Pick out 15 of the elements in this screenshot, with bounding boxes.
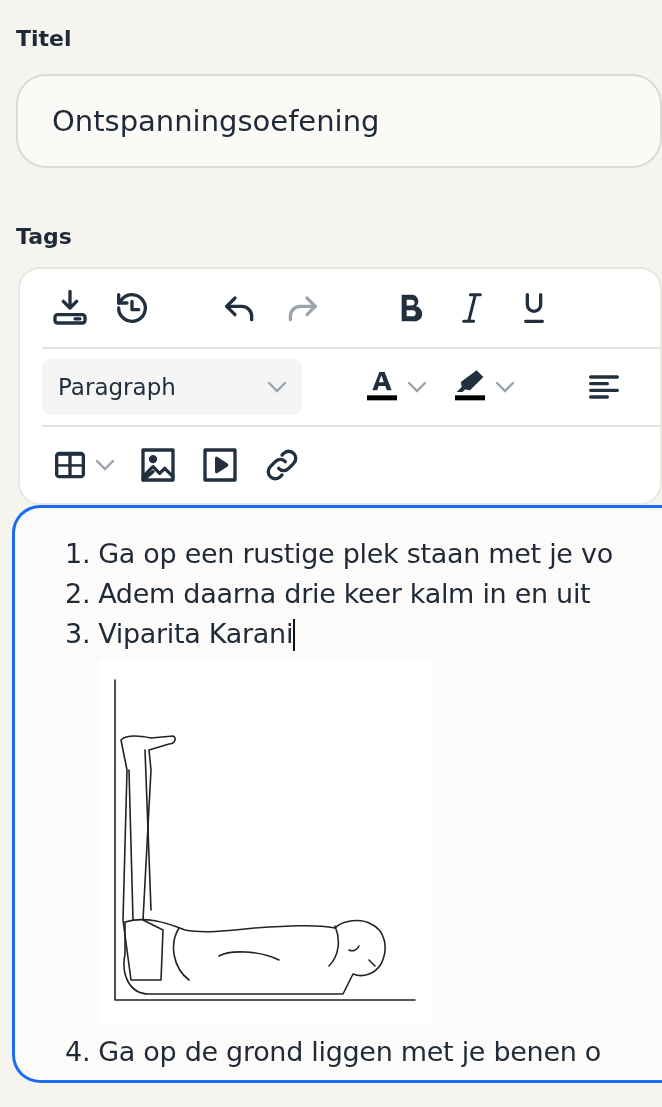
list-number: 3. [65, 617, 91, 649]
list-item-text: Ga op een rustige plek staan met je vo [98, 537, 613, 569]
list-item-text: Viparita Karani [98, 617, 294, 649]
list-number: 4. [65, 1035, 91, 1067]
list-item-text: Adem daarna drie keer kalm in en uit [98, 577, 591, 609]
rich-text-editor[interactable]: 1. Ga op een rustige plek staan met je vo 2. Adem daarna drie keer kalm in en uit 3. Viparita Karani 4. Ga op de grond liggen met je benen o [12, 504, 662, 1083]
block-format-dropdown[interactable]: Paragraph [42, 358, 302, 415]
list-number: 1. [65, 537, 91, 569]
field-label: Titel [16, 26, 73, 53]
save-icon [50, 287, 90, 328]
list-number: 2. [65, 577, 91, 609]
title-input-field[interactable]: Ontspanningsoefening [16, 74, 662, 169]
dropdown-caret-icon [266, 379, 288, 394]
list-item-text: Ga op de grond liggen met je benen o [98, 1035, 602, 1067]
field-label: Tags [16, 224, 73, 251]
